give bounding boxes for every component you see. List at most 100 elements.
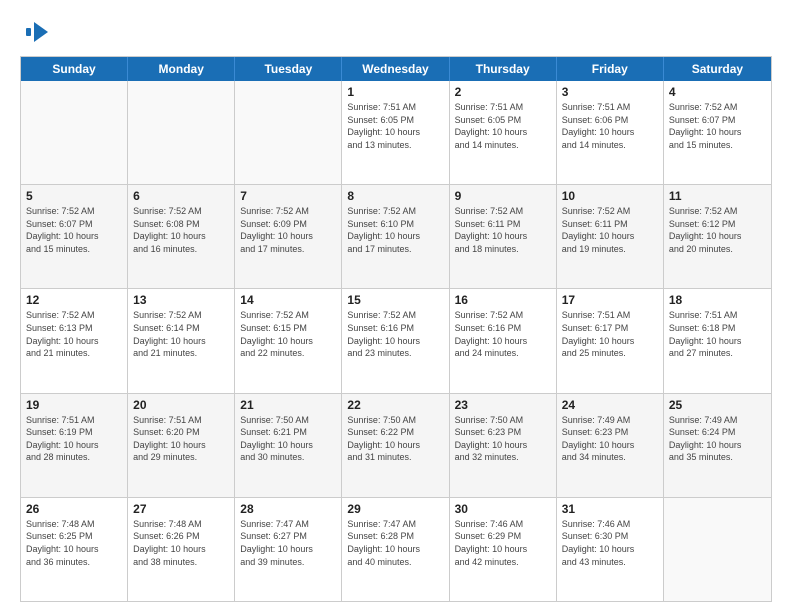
day-info: Sunrise: 7:52 AMSunset: 6:15 PMDaylight:… (240, 309, 336, 359)
calendar-day-cell: 27 Sunrise: 7:48 AMSunset: 6:26 PMDayligh… (128, 498, 235, 601)
day-number: 30 (455, 502, 551, 516)
day-number: 17 (562, 293, 658, 307)
calendar: SundayMondayTuesdayWednesdayThursdayFrid… (20, 56, 772, 602)
calendar-day-cell: 25 Sunrise: 7:49 AMSunset: 6:24 PMDayligh… (664, 394, 771, 497)
calendar-page: SundayMondayTuesdayWednesdayThursdayFrid… (0, 0, 792, 612)
day-number: 13 (133, 293, 229, 307)
day-number: 2 (455, 85, 551, 99)
day-info: Sunrise: 7:52 AMSunset: 6:07 PMDaylight:… (669, 101, 766, 151)
day-info: Sunrise: 7:52 AMSunset: 6:12 PMDaylight:… (669, 205, 766, 255)
calendar-day-cell: 3 Sunrise: 7:51 AMSunset: 6:06 PMDaylight… (557, 81, 664, 184)
calendar-day-cell: 17 Sunrise: 7:51 AMSunset: 6:17 PMDayligh… (557, 289, 664, 392)
day-info: Sunrise: 7:52 AMSunset: 6:16 PMDaylight:… (347, 309, 443, 359)
calendar-day-cell: 5 Sunrise: 7:52 AMSunset: 6:07 PMDaylight… (21, 185, 128, 288)
day-number: 11 (669, 189, 766, 203)
day-info: Sunrise: 7:52 AMSunset: 6:09 PMDaylight:… (240, 205, 336, 255)
day-number: 12 (26, 293, 122, 307)
calendar-empty-cell (21, 81, 128, 184)
day-number: 21 (240, 398, 336, 412)
calendar-day-cell: 4Sunrise: 7:52 AMSunset: 6:07 PMDaylight… (664, 81, 771, 184)
day-info: Sunrise: 7:50 AMSunset: 6:23 PMDaylight:… (455, 414, 551, 464)
calendar-day-cell: 14 Sunrise: 7:52 AMSunset: 6:15 PMDayligh… (235, 289, 342, 392)
day-number: 14 (240, 293, 336, 307)
calendar-day-cell: 31Sunrise: 7:46 AMSunset: 6:30 PMDayligh… (557, 498, 664, 601)
day-info: Sunrise: 7:52 AMSunset: 6:13 PMDaylight:… (26, 309, 122, 359)
calendar-empty-cell (235, 81, 342, 184)
calendar-row: 1 Sunrise: 7:51 AMSunset: 6:05 PMDaylight… (21, 81, 771, 185)
calendar-day-cell: 11 Sunrise: 7:52 AMSunset: 6:12 PMDayligh… (664, 185, 771, 288)
calendar-row: 5 Sunrise: 7:52 AMSunset: 6:07 PMDaylight… (21, 185, 771, 289)
calendar-day-cell: 23 Sunrise: 7:50 AMSunset: 6:23 PMDayligh… (450, 394, 557, 497)
day-number: 31 (562, 502, 658, 516)
day-info: Sunrise: 7:47 AMSunset: 6:27 PMDaylight:… (240, 518, 336, 568)
calendar-empty-cell (128, 81, 235, 184)
day-number: 23 (455, 398, 551, 412)
weekday-header: Friday (557, 57, 664, 81)
calendar-empty-cell (664, 498, 771, 601)
calendar-day-cell: 1Sunrise: 7:51 AMSunset: 6:05 PMDaylight… (342, 81, 449, 184)
calendar-day-cell: 28 Sunrise: 7:47 AMSunset: 6:27 PMDayligh… (235, 498, 342, 601)
day-number: 15 (347, 293, 443, 307)
calendar-day-cell: 26 Sunrise: 7:48 AMSunset: 6:25 PMDayligh… (21, 498, 128, 601)
day-info: Sunrise: 7:49 AMSunset: 6:24 PMDaylight:… (669, 414, 766, 464)
day-info: Sunrise: 7:50 AMSunset: 6:22 PMDaylight:… (347, 414, 443, 464)
page-header (20, 18, 772, 46)
day-number: 7 (240, 189, 336, 203)
day-info: Sunrise: 7:47 AMSunset: 6:28 PMDaylight:… (347, 518, 443, 568)
day-info: Sunrise: 7:51 AMSunset: 6:19 PMDaylight:… (26, 414, 122, 464)
day-info: Sunrise: 7:46 AMSunset: 6:29 PMDaylight:… (455, 518, 551, 568)
day-info: Sunrise: 7:51 AMSunset: 6:05 PMDaylight:… (455, 101, 551, 151)
day-info: Sunrise: 7:52 AMSunset: 6:14 PMDaylight:… (133, 309, 229, 359)
day-number: 29 (347, 502, 443, 516)
calendar-day-cell: 21 Sunrise: 7:50 AMSunset: 6:21 PMDayligh… (235, 394, 342, 497)
day-number: 3 (562, 85, 658, 99)
day-number: 1 (347, 85, 443, 99)
calendar-day-cell: 12 Sunrise: 7:52 AMSunset: 6:13 PMDayligh… (21, 289, 128, 392)
day-info: Sunrise: 7:49 AMSunset: 6:23 PMDaylight:… (562, 414, 658, 464)
calendar-day-cell: 24Sunrise: 7:49 AMSunset: 6:23 PMDayligh… (557, 394, 664, 497)
calendar-day-cell: 8 Sunrise: 7:52 AMSunset: 6:10 PMDaylight… (342, 185, 449, 288)
day-number: 27 (133, 502, 229, 516)
day-number: 5 (26, 189, 122, 203)
day-number: 25 (669, 398, 766, 412)
weekday-header: Thursday (450, 57, 557, 81)
calendar-day-cell: 29 Sunrise: 7:47 AMSunset: 6:28 PMDayligh… (342, 498, 449, 601)
day-info: Sunrise: 7:52 AMSunset: 6:16 PMDaylight:… (455, 309, 551, 359)
calendar-day-cell: 10 Sunrise: 7:52 AMSunset: 6:11 PMDayligh… (557, 185, 664, 288)
calendar-day-cell: 18 Sunrise: 7:51 AMSunset: 6:18 PMDayligh… (664, 289, 771, 392)
day-number: 20 (133, 398, 229, 412)
calendar-day-cell: 2 Sunrise: 7:51 AMSunset: 6:05 PMDaylight… (450, 81, 557, 184)
day-number: 10 (562, 189, 658, 203)
calendar-day-cell: 19 Sunrise: 7:51 AMSunset: 6:19 PMDayligh… (21, 394, 128, 497)
calendar-header: SundayMondayTuesdayWednesdayThursdayFrid… (21, 57, 771, 81)
day-number: 22 (347, 398, 443, 412)
calendar-day-cell: 20 Sunrise: 7:51 AMSunset: 6:20 PMDayligh… (128, 394, 235, 497)
calendar-day-cell: 22 Sunrise: 7:50 AMSunset: 6:22 PMDayligh… (342, 394, 449, 497)
day-info: Sunrise: 7:48 AMSunset: 6:25 PMDaylight:… (26, 518, 122, 568)
calendar-day-cell: 16Sunrise: 7:52 AMSunset: 6:16 PMDayligh… (450, 289, 557, 392)
calendar-day-cell: 15 Sunrise: 7:52 AMSunset: 6:16 PMDayligh… (342, 289, 449, 392)
day-info: Sunrise: 7:52 AMSunset: 6:08 PMDaylight:… (133, 205, 229, 255)
weekday-header: Monday (128, 57, 235, 81)
calendar-day-cell: 6Sunrise: 7:52 AMSunset: 6:08 PMDaylight… (128, 185, 235, 288)
day-number: 18 (669, 293, 766, 307)
day-info: Sunrise: 7:51 AMSunset: 6:20 PMDaylight:… (133, 414, 229, 464)
day-info: Sunrise: 7:48 AMSunset: 6:26 PMDaylight:… (133, 518, 229, 568)
day-info: Sunrise: 7:51 AMSunset: 6:17 PMDaylight:… (562, 309, 658, 359)
day-info: Sunrise: 7:51 AMSunset: 6:18 PMDaylight:… (669, 309, 766, 359)
day-info: Sunrise: 7:52 AMSunset: 6:11 PMDaylight:… (455, 205, 551, 255)
calendar-day-cell: 9Sunrise: 7:52 AMSunset: 6:11 PMDaylight… (450, 185, 557, 288)
calendar-row: 19 Sunrise: 7:51 AMSunset: 6:19 PMDayligh… (21, 394, 771, 498)
day-info: Sunrise: 7:50 AMSunset: 6:21 PMDaylight:… (240, 414, 336, 464)
day-info: Sunrise: 7:52 AMSunset: 6:10 PMDaylight:… (347, 205, 443, 255)
day-number: 19 (26, 398, 122, 412)
calendar-day-cell: 7 Sunrise: 7:52 AMSunset: 6:09 PMDaylight… (235, 185, 342, 288)
calendar-day-cell: 13 Sunrise: 7:52 AMSunset: 6:14 PMDayligh… (128, 289, 235, 392)
day-number: 8 (347, 189, 443, 203)
calendar-day-cell: 30 Sunrise: 7:46 AMSunset: 6:29 PMDayligh… (450, 498, 557, 601)
day-info: Sunrise: 7:51 AMSunset: 6:06 PMDaylight:… (562, 101, 658, 151)
day-info: Sunrise: 7:52 AMSunset: 6:07 PMDaylight:… (26, 205, 122, 255)
day-number: 26 (26, 502, 122, 516)
day-info: Sunrise: 7:52 AMSunset: 6:11 PMDaylight:… (562, 205, 658, 255)
day-number: 28 (240, 502, 336, 516)
